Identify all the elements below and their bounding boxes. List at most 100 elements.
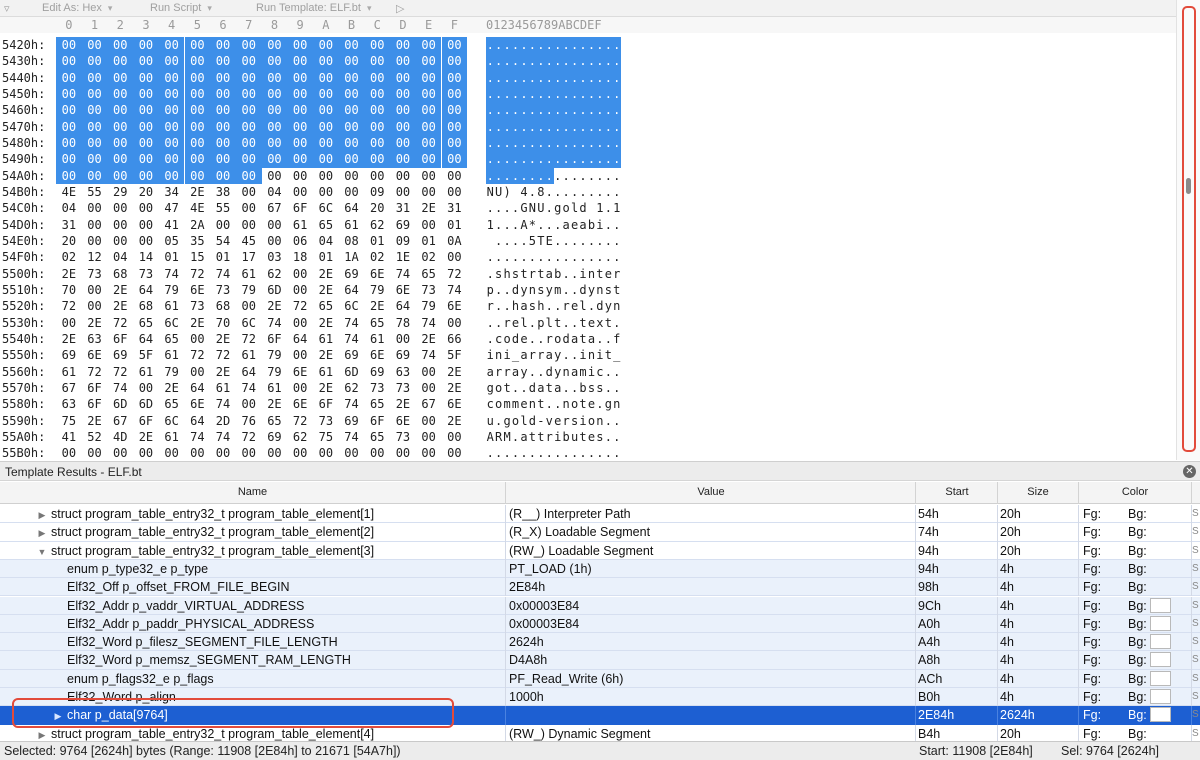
hex-byte[interactable]: 6C xyxy=(313,200,339,216)
hex-byte[interactable]: 00 xyxy=(107,134,134,152)
hex-byte[interactable]: 00 xyxy=(390,151,416,168)
hex-byte[interactable]: 00 xyxy=(158,167,185,184)
hex-byte[interactable]: 04 xyxy=(313,233,339,249)
hex-byte[interactable]: 00 xyxy=(261,134,288,152)
hex-row[interactable]: 5440h: 00 00 00 00 00 00 00 00 00 00 00 00 00 00 00 00..… xyxy=(0,69,1176,86)
hex-byte[interactable]: 00 xyxy=(81,85,108,103)
hex-byte[interactable]: 00 xyxy=(56,102,82,119)
hex-byte[interactable]: 00 xyxy=(210,69,236,86)
hex-byte[interactable]: 2E xyxy=(313,347,339,363)
hex-byte[interactable]: 00 xyxy=(364,134,391,152)
hex-byte[interactable]: 76 xyxy=(236,413,262,429)
hex-byte[interactable]: 65 xyxy=(159,331,185,347)
hex-byte[interactable]: 00 xyxy=(133,118,159,135)
hex-row-ascii[interactable]: ................ xyxy=(486,53,621,70)
hex-byte[interactable]: 72 xyxy=(236,429,262,445)
hex-byte[interactable]: 00 xyxy=(184,102,211,119)
hex-byte[interactable]: 00 xyxy=(158,53,185,70)
hex-byte[interactable]: 2E xyxy=(313,282,339,298)
hex-byte[interactable]: 61 xyxy=(210,380,236,396)
hex-byte[interactable]: 45 xyxy=(236,233,262,249)
hex-byte[interactable]: 74 xyxy=(339,429,365,445)
hex-byte[interactable]: 00 xyxy=(133,69,159,86)
hex-byte[interactable]: 00 xyxy=(133,217,159,233)
results-row[interactable]: ▼ struct program_table_entry32_t program_… xyxy=(0,541,1200,560)
hex-byte[interactable]: 00 xyxy=(390,102,416,119)
hex-byte[interactable]: 6E xyxy=(390,413,416,429)
hex-byte[interactable]: 62 xyxy=(287,429,313,445)
hex-byte[interactable]: 00 xyxy=(56,315,82,331)
hex-byte[interactable]: 72 xyxy=(210,347,236,363)
hex-byte[interactable]: 00 xyxy=(338,53,365,70)
column-header-size[interactable]: Size xyxy=(998,486,1078,498)
hex-byte[interactable]: 78 xyxy=(390,315,416,331)
hex-byte[interactable]: 00 xyxy=(338,69,365,86)
hex-byte[interactable]: 00 xyxy=(416,445,442,460)
hex-byte[interactable]: 00 xyxy=(107,102,134,119)
hex-byte[interactable]: 64 xyxy=(287,331,313,347)
hex-byte[interactable]: 00 xyxy=(287,37,313,54)
hex-byte[interactable]: 00 xyxy=(236,217,262,233)
bg-color-swatch[interactable] xyxy=(1150,689,1171,704)
hex-byte[interactable]: 68 xyxy=(133,298,159,314)
hex-byte[interactable]: 14 xyxy=(133,249,159,265)
hex-byte[interactable]: 04 xyxy=(107,249,133,265)
hex-byte[interactable]: 2E xyxy=(442,380,468,396)
hex-row-ascii[interactable]: array..dynamic.. xyxy=(486,364,621,380)
hex-byte[interactable]: 00 xyxy=(185,364,211,380)
hex-byte[interactable]: 73 xyxy=(210,282,236,298)
hex-byte[interactable]: 00 xyxy=(364,69,391,86)
hex-byte[interactable]: 17 xyxy=(236,249,262,265)
hex-byte[interactable]: 00 xyxy=(235,53,262,70)
edit-as-dropdown[interactable]: Edit As: Hex ▾ xyxy=(42,2,112,14)
hex-byte[interactable]: 61 xyxy=(236,266,262,282)
hex-byte[interactable]: 00 xyxy=(338,85,365,103)
hex-row-ascii[interactable]: comment..note.gn xyxy=(486,396,621,412)
hex-byte[interactable]: 79 xyxy=(262,364,288,380)
hex-byte[interactable]: 2D xyxy=(210,413,236,429)
hex-byte[interactable]: 00 xyxy=(82,445,108,460)
results-row[interactable]: Elf32_Addr p_vaddr_VIRTUAL_ADDRESS 0x0000… xyxy=(0,596,1200,615)
hex-byte[interactable]: 2E xyxy=(313,380,339,396)
hex-byte[interactable]: 00 xyxy=(184,85,211,103)
hex-byte[interactable]: 00 xyxy=(158,118,185,135)
hex-byte[interactable]: 6F xyxy=(313,396,339,412)
hex-row-ascii[interactable]: ................ xyxy=(486,167,621,184)
hex-row-ascii[interactable]: ................ xyxy=(486,118,621,135)
hex-byte[interactable]: 00 xyxy=(313,118,339,135)
hex-byte[interactable]: 00 xyxy=(158,134,185,152)
hex-byte[interactable]: 69 xyxy=(56,347,82,363)
hex-row-ascii[interactable]: p..dynsym..dynst xyxy=(486,282,621,298)
hex-byte[interactable]: 6E xyxy=(442,298,468,314)
hex-byte[interactable]: 2E xyxy=(442,413,468,429)
hex-byte[interactable]: 00 xyxy=(210,118,236,135)
hex-byte[interactable]: 61 xyxy=(364,331,390,347)
collapsed-triangle-icon[interactable]: ▶ xyxy=(36,507,48,523)
hex-byte[interactable]: 00 xyxy=(441,118,468,135)
hex-row[interactable]: 5500h: 2E 73 68 73 74 72 74 61 62 00 2E 69 6E 74 65 72 .s… xyxy=(0,266,1176,282)
hex-byte[interactable]: 00 xyxy=(158,69,185,86)
hex-byte[interactable]: 00 xyxy=(338,134,365,152)
hex-byte[interactable]: 00 xyxy=(107,85,134,103)
hex-byte[interactable]: 61 xyxy=(133,364,159,380)
hex-byte[interactable]: 00 xyxy=(133,233,159,249)
hex-byte[interactable]: 00 xyxy=(442,249,468,265)
hex-byte[interactable]: 2E xyxy=(364,298,390,314)
hex-byte[interactable]: 00 xyxy=(441,102,468,119)
hex-byte[interactable]: 00 xyxy=(416,168,442,184)
hex-byte[interactable]: 01 xyxy=(159,249,185,265)
hex-byte[interactable]: 00 xyxy=(262,168,288,184)
hex-byte[interactable]: 69 xyxy=(339,413,365,429)
hex-editor[interactable]: 0123456789ABCDEF 0123456789ABCDEF 5420h:… xyxy=(0,17,1176,460)
hex-byte[interactable]: 1E xyxy=(390,249,416,265)
hex-byte[interactable]: 00 xyxy=(235,134,262,152)
hex-byte[interactable]: 70 xyxy=(56,282,82,298)
hex-byte[interactable]: 03 xyxy=(262,249,288,265)
hex-byte[interactable]: 00 xyxy=(364,118,391,135)
hex-byte[interactable]: 2E xyxy=(185,315,211,331)
hex-byte[interactable]: 69 xyxy=(339,266,365,282)
hex-byte[interactable]: 00 xyxy=(287,315,313,331)
hex-byte[interactable]: 29 xyxy=(107,184,133,200)
results-row[interactable]: Elf32_Word p_memsz_SEGMENT_RAM_LENGTH D4A… xyxy=(0,651,1200,670)
hex-byte[interactable]: 00 xyxy=(313,134,339,152)
